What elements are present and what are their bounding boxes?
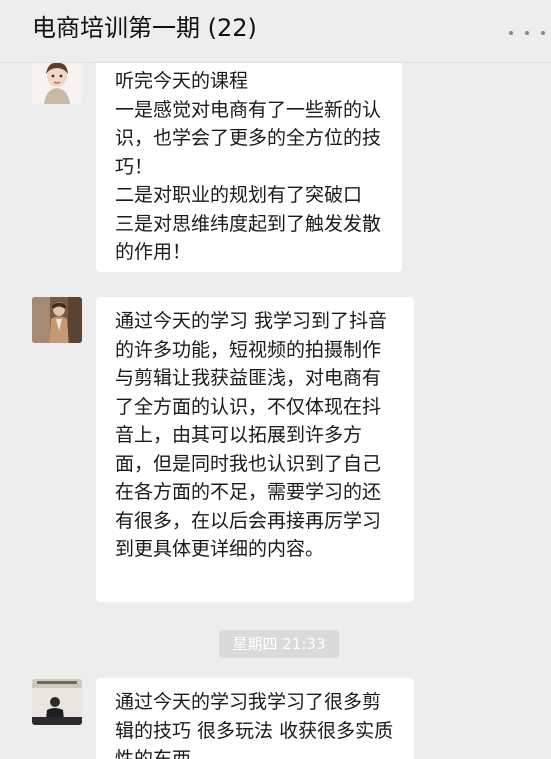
message-bubble: 听完今天的课程 一是感觉对电商有了一些新的认识，也学会了更多的全方位的技巧！ 二… — [96, 57, 402, 272]
avatar[interactable] — [32, 679, 82, 725]
chat-header: 电商培训第一期 (22) — [0, 0, 551, 63]
avatar[interactable] — [32, 58, 82, 104]
avatar-brown-coat-person-icon — [32, 297, 82, 343]
avatar-cartoon-person-icon — [32, 58, 82, 104]
chat-title: 电商培训第一期 (22) — [32, 14, 257, 42]
avatar[interactable] — [32, 297, 82, 343]
message-bubble: 通过今天的学习 我学习到了抖音的许多功能，短视频的拍摄制作与剪辑让我获益匪浅，对… — [96, 297, 414, 602]
avatar-person-at-desk-icon — [32, 679, 82, 725]
more-dots-icon[interactable] — [509, 26, 545, 40]
timestamp-divider: 星期四 21:33 — [219, 630, 339, 658]
message-bubble: 通过今天的学习我学习了很多剪辑的技巧 很多玩法 收获很多实质性的东西 — [96, 678, 414, 759]
chat-window: 电商培训第一期 (22) 听完今天的课程 一是感觉对电商有了一些新的认识，也学会… — [0, 0, 551, 759]
